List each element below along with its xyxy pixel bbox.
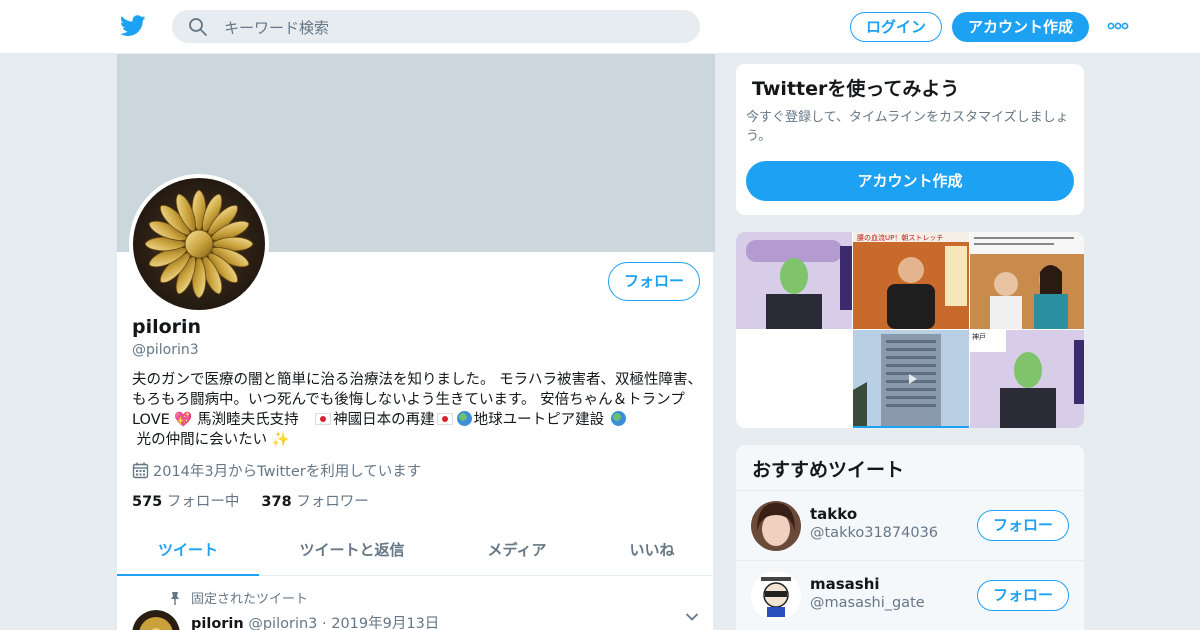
bio-text-2: 馬渕睦夫氏支持: [192, 412, 314, 428]
profile-tabs: ツイート ツイートと返信 メディア いいね: [117, 526, 715, 576]
tab-tweets-replies[interactable]: ツイートと返信: [283, 526, 421, 576]
tweet-author-handle[interactable]: @pilorin3: [248, 616, 317, 630]
tweet-meta: pilorin @pilorin3 · 2019年9月13日: [191, 616, 440, 630]
signup-card-title: Twitterを使ってみよう: [752, 78, 960, 100]
globe-icon: [610, 411, 626, 426]
follow-button[interactable]: フォロー: [608, 262, 700, 301]
bio-text-5: 光の仲間に会いたい: [136, 432, 272, 448]
join-date-text: 2014年3月からTwitterを利用しています: [153, 464, 422, 480]
signup-card-button[interactable]: アカウント作成: [746, 161, 1074, 201]
globe-icon: [456, 411, 472, 426]
search-icon: [189, 18, 207, 36]
recommended-handle[interactable]: @takko31874036: [810, 525, 938, 541]
calendar-icon: [132, 462, 149, 479]
following-label: フォロー中: [166, 494, 240, 510]
recommended-handle[interactable]: @masashi_gate: [810, 595, 925, 611]
followers-label: フォロワー: [296, 494, 369, 510]
tweet-avatar[interactable]: [132, 610, 180, 630]
heart-emoji: 💖: [174, 412, 193, 428]
avatar[interactable]: [751, 571, 801, 621]
media-thumb-2[interactable]: 腰の血流UP！朝ストレッチ: [853, 232, 969, 329]
svg-text:神戸: 神戸: [972, 332, 986, 341]
twitter-bird-icon[interactable]: [120, 14, 146, 38]
japan-flag-icon: [315, 413, 332, 425]
signup-button[interactable]: アカウント作成: [952, 12, 1089, 42]
following-link[interactable]: 575 フォロー中: [132, 494, 239, 510]
tweet-author-name[interactable]: pilorin: [191, 616, 244, 630]
login-button[interactable]: ログイン: [850, 12, 942, 42]
media-thumb-3[interactable]: [970, 232, 1084, 329]
pin-icon: [171, 592, 179, 605]
recommended-follow-button[interactable]: フォロー: [977, 580, 1069, 611]
recommended-title: おすすめツイート: [752, 459, 905, 481]
followers-count: 378: [261, 494, 292, 510]
profile-avatar[interactable]: [129, 174, 269, 314]
join-date: 2014年3月からTwitterを利用しています: [132, 460, 421, 481]
japan-flag-icon: [436, 413, 453, 425]
following-count: 575: [132, 494, 163, 510]
pinned-text: 固定されたツイート: [191, 592, 309, 607]
more-options-icon[interactable]: [1107, 22, 1129, 30]
media-grid: 腰の血流UP！朝ストレッチ 神戸: [735, 231, 1085, 429]
recommended-card: おすすめツイート takko @takko31874036 フォロー masas…: [735, 444, 1085, 630]
profile-bio: 夫のガンで医療の闇と簡単に治る治療法を知りました。 モラハラ被害者、双極性障害、…: [132, 370, 704, 450]
media-thumb-2-caption: 腰の血流UP！朝ストレッチ: [857, 233, 943, 242]
bio-text-4: 地球ユートピア建設: [473, 412, 605, 428]
recommended-user[interactable]: masashi @masashi_gate フォロー: [736, 560, 1084, 630]
bio-text-3: 神國日本の再建: [333, 412, 435, 428]
pinned-label: 固定されたツイート: [169, 588, 308, 607]
search-placeholder[interactable]: キーワード検索: [224, 17, 329, 38]
signup-card-description: 今すぐ登録して、タイムラインをカスタマイズしましょう。: [746, 110, 1069, 144]
recommended-name[interactable]: masashi: [810, 575, 880, 593]
followers-link[interactable]: 378 フォロワー: [261, 494, 368, 510]
avatar[interactable]: [751, 501, 801, 551]
tweet-date[interactable]: 2019年9月13日: [331, 616, 439, 630]
search-box[interactable]: キーワード検索: [172, 10, 700, 43]
follow-counts: 575 フォロー中 378 フォロワー: [132, 490, 369, 511]
top-nav: キーワード検索 ログイン アカウント作成: [0, 0, 1200, 54]
profile-name: pilorin: [132, 316, 202, 338]
profile-handle: @pilorin3: [132, 342, 199, 358]
chrysanthemum-seal-image: [133, 178, 265, 310]
recommended-name[interactable]: takko: [810, 505, 857, 523]
recommended-follow-button[interactable]: フォロー: [977, 510, 1069, 541]
signup-card: Twitterを使ってみよう 今すぐ登録して、タイムラインをカスタマイズしましょ…: [735, 63, 1085, 216]
tab-tweets[interactable]: ツイート: [117, 526, 259, 576]
media-thumb-6[interactable]: 神戸: [970, 330, 1084, 428]
media-thumb-5[interactable]: [853, 330, 969, 428]
chevron-down-icon[interactable]: [685, 612, 699, 622]
tab-likes[interactable]: いいね: [607, 526, 697, 576]
tab-media[interactable]: メディア: [469, 526, 565, 576]
profile-column: フォロー pilorin @pilorin3 夫のガンで医療の闇と簡単に治る治療…: [116, 54, 715, 630]
media-thumb-4[interactable]: [736, 330, 852, 428]
media-thumb-1[interactable]: [736, 232, 852, 329]
recommended-user[interactable]: takko @takko31874036 フォロー: [736, 490, 1084, 560]
sparkles-icon: ✨: [271, 432, 290, 448]
